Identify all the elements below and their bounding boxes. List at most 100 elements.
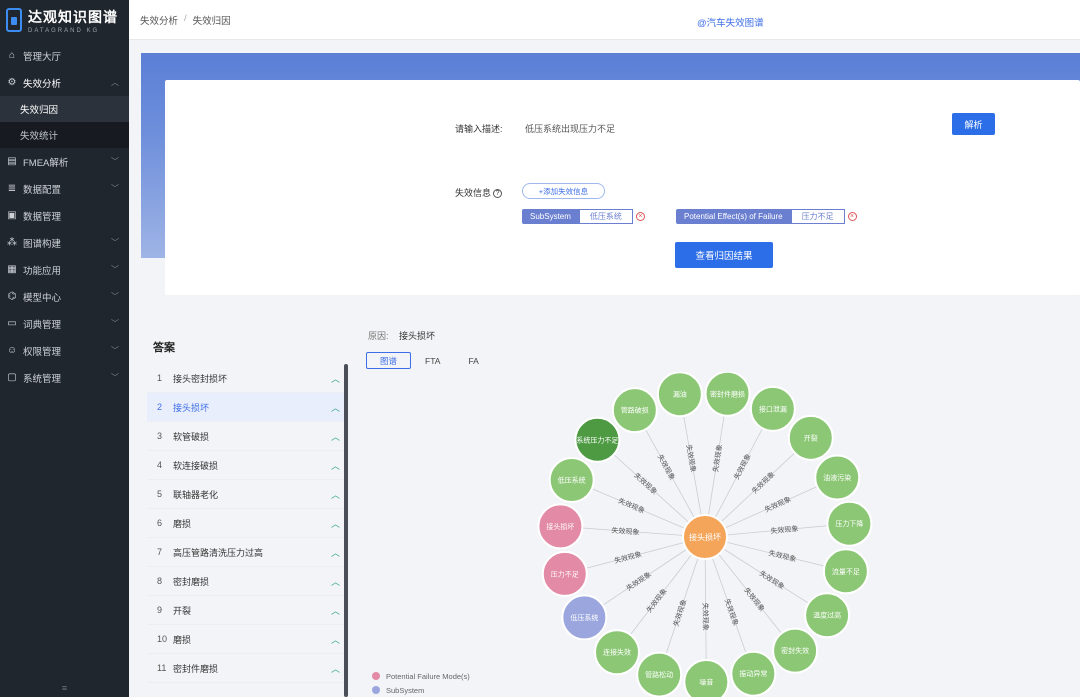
chevron-up-icon[interactable]: ︿ (331, 575, 340, 588)
answer-label: 联轴器老化 (173, 489, 219, 500)
add-failure-info-button[interactable]: +添加失效信息 (522, 183, 605, 199)
tab-fta[interactable]: FTA (411, 352, 454, 369)
tag-value-input[interactable]: 低压系统 (578, 209, 633, 224)
logo: 达观知识图谱 DATAGRAND KG (0, 0, 129, 40)
answer-label: 磨损 (173, 518, 192, 529)
answer-item[interactable]: 8 密封磨损 ︿ (147, 567, 346, 596)
help-icon[interactable]: ? (493, 189, 503, 199)
answer-label: 高压管路清洗压力过高 (173, 547, 264, 558)
answer-item[interactable]: 3 软管破损 ︿ (147, 422, 346, 451)
tab-fa[interactable]: FA (454, 352, 492, 369)
cause-label: 原因: (368, 331, 389, 341)
legend-item[interactable]: SubSystem (372, 683, 470, 697)
node-label: 流量不足 (832, 567, 860, 576)
edge-label: 失效现象 (684, 444, 698, 473)
sidebar-item-system[interactable]: ▢ 系统管理 ﹀ (0, 364, 129, 391)
edge-label: 失效现象 (768, 548, 797, 563)
knowledge-graph[interactable]: 失效现象 失效现象 失效现象失效现象失效现象失效现象失效现象失效现象失效现象失效现象… (360, 372, 1080, 697)
view-result-button[interactable]: 查看归因结果 (675, 242, 773, 268)
edge-label: 失效现象 (770, 524, 799, 536)
collapse-icon[interactable]: ≡ (0, 683, 129, 693)
chevron-up-icon[interactable]: ︿ (331, 459, 340, 472)
answer-number: 2 (157, 402, 163, 412)
chevron-up-icon[interactable]: ︿ (331, 633, 340, 646)
edge-label: 失效现象 (742, 586, 766, 614)
user-icon: ☺ (7, 344, 18, 356)
breadcrumb: 失效分析 / 失效归因 (140, 13, 231, 27)
answer-label: 接头损坏 (173, 402, 210, 413)
answer-item[interactable]: 7 高压管路清洗压力过高 ︿ (147, 538, 346, 567)
sidebar-item-dictionary[interactable]: ▭ 词典管理 ﹀ (0, 310, 129, 337)
edge-label: 失效现象 (763, 494, 792, 514)
edge-label: 失效现象 (645, 587, 669, 615)
header: 失效分析 / 失效归因 @汽车失效图谱 (129, 0, 1080, 40)
sidebar-item-failure-analysis[interactable]: ⚙ 失效分析 ︿ (0, 69, 129, 96)
chevron-up-icon[interactable]: ︿ (331, 546, 340, 559)
failure-tag: SubSystem 低压系统 × (522, 209, 645, 224)
node-label: 压力下降 (835, 519, 863, 528)
tag-value-input[interactable]: 压力不足 (790, 209, 845, 224)
answer-item[interactable]: 4 软连接破损 ︿ (147, 451, 346, 480)
answer-item[interactable]: 9 开裂 ︿ (147, 596, 346, 625)
answer-label: 密封件磨损 (173, 663, 219, 674)
tab-graph[interactable]: 图谱 (366, 352, 412, 369)
chevron-up-icon[interactable]: ︿ (331, 662, 340, 675)
node-label: 接头损坏 (546, 522, 574, 531)
analyze-button[interactable]: 解析 (952, 113, 995, 135)
answer-number: 8 (157, 576, 163, 586)
answer-title: 答案 (153, 342, 175, 354)
edge-label: 失效现象 (632, 471, 659, 496)
graph-node[interactable] (683, 659, 730, 697)
chevron-down-icon: ﹀ (111, 292, 119, 301)
dictionary-icon: ▭ (7, 317, 17, 329)
answer-item[interactable]: 6 磨损 ︿ (147, 509, 346, 538)
node-label: 低压系统 (558, 475, 586, 484)
chevron-up-icon[interactable]: ︿ (331, 604, 340, 617)
answer-scrollbar[interactable] (344, 364, 348, 697)
answer-number: 5 (157, 489, 163, 499)
answer-number: 4 (157, 460, 163, 470)
node-label: 温度过高 (813, 611, 841, 620)
sidebar-item-data-config[interactable]: ≣ 数据配置 ﹀ (0, 175, 129, 202)
chevron-up-icon[interactable]: ︿ (331, 517, 340, 530)
sidebar-item-failure-attribution[interactable]: 失效归因 (0, 96, 129, 122)
desc-input[interactable]: 低压系统出现压力不足 (525, 122, 615, 135)
breadcrumb-item[interactable]: 失效分析 (140, 13, 178, 27)
sidebar-item-function-apps[interactable]: ▦ 功能应用 ﹀ (0, 256, 129, 283)
chevron-up-icon[interactable]: ︿ (331, 401, 340, 414)
answer-item[interactable]: 11 密封件磨损 ︿ (147, 654, 346, 683)
sidebar-item-data-manage[interactable]: ▣ 数据管理 (0, 202, 129, 229)
answer-item[interactable]: 2 接头损坏 ︿ (147, 393, 346, 422)
document-icon: ▣ (7, 209, 17, 221)
tag-name: SubSystem (522, 209, 579, 224)
gear-icon: ⚙ (7, 76, 17, 88)
remove-icon[interactable]: × (635, 212, 645, 221)
sidebar-item-graph-build[interactable]: ⁂ 图谱构建 ﹀ (0, 229, 129, 256)
answer-item[interactable]: 1 接头密封损坏 ︿ (147, 364, 346, 393)
chevron-up-icon[interactable]: ︿ (331, 488, 340, 501)
node-label: 振动异常 (739, 669, 767, 678)
answer-item[interactable]: 10 磨损 ︿ (147, 625, 346, 654)
answer-number: 10 (157, 634, 168, 644)
answer-label: 接头密封损坏 (173, 373, 228, 384)
edge-label: 失效现象 (613, 549, 642, 565)
remove-icon[interactable]: × (847, 212, 857, 221)
sidebar-item-hall[interactable]: ⌂ 管理大厅 (0, 42, 129, 69)
answer-label: 软连接破损 (173, 460, 219, 471)
chevron-up-icon[interactable]: ︿ (331, 430, 340, 443)
chevron-up-icon[interactable]: ︿ (331, 372, 340, 385)
chevron-down-icon: ﹀ (111, 346, 119, 355)
legend-item[interactable]: Potential Failure Mode(s) (372, 669, 470, 683)
sidebar-item-permissions[interactable]: ☺ 权限管理 ﹀ (0, 337, 129, 364)
center-node-label: 接头损坏 (689, 532, 721, 542)
sidebar-item-fmea[interactable]: ▤ FMEA解析 ﹀ (0, 148, 129, 175)
view-tabs: 图谱 FTA FA (366, 352, 493, 369)
app-subtitle: DATAGRAND KG (28, 27, 100, 34)
sidebar-item-model-center[interactable]: ⌬ 模型中心 ﹀ (0, 283, 129, 310)
answer-item[interactable]: 5 联轴器老化 ︿ (147, 480, 346, 509)
edge-label: 失效现象 (750, 470, 777, 496)
sidebar-item-failure-statistics[interactable]: 失效统计 (0, 122, 129, 148)
edge-label: 失效现象 (617, 496, 646, 515)
legend-label: Potential Failure Mode(s) (386, 671, 470, 681)
edge-label: 失效现象 (625, 570, 653, 593)
